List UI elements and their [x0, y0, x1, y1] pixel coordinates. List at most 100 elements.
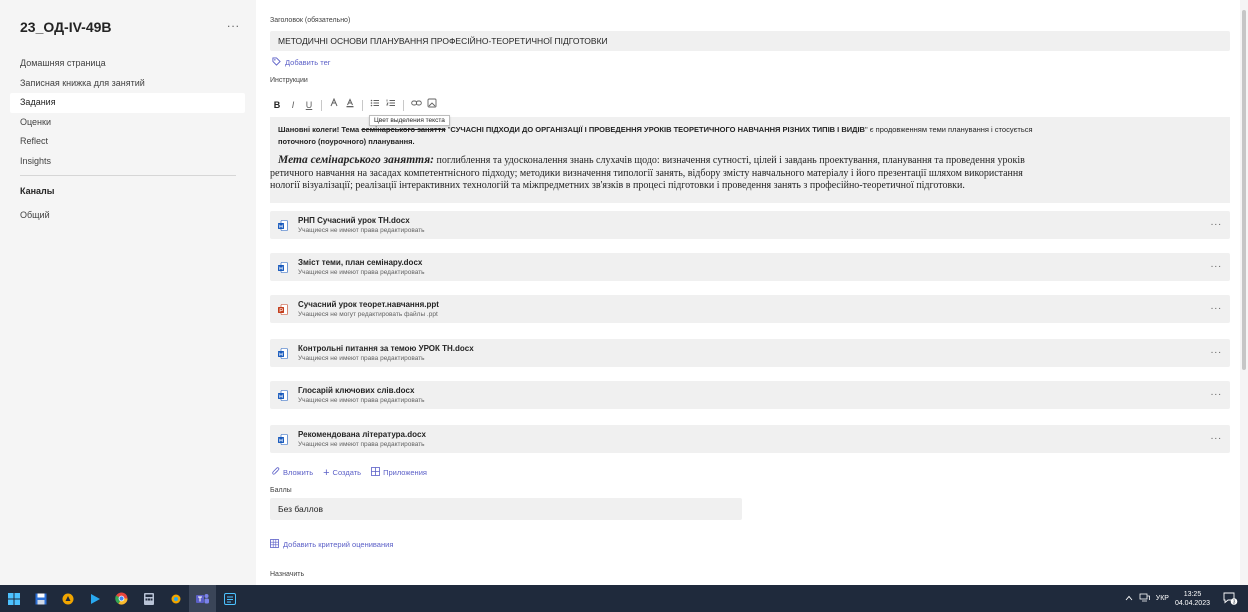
title-label: Заголовок (обязательно)	[270, 17, 351, 24]
scrollbar[interactable]	[1240, 0, 1248, 585]
rubric-grid-icon	[270, 539, 279, 550]
formatting-toolbar: B I U	[270, 96, 1230, 114]
attachment-item[interactable]: РНП Сучасний урок ТН.docx Учащиеся не им…	[270, 211, 1230, 239]
attachment-name: Контрольні питання за темою УРОК ТН.docx	[298, 344, 474, 353]
attachment-more-button[interactable]: ...	[1211, 301, 1222, 312]
goal-heading: Мета семінарського заняття:	[278, 154, 435, 166]
image-icon[interactable]	[425, 98, 439, 112]
word-file-icon	[278, 434, 288, 445]
apps-button[interactable]: Приложения	[371, 467, 427, 478]
attachment-more-button[interactable]: ...	[1211, 345, 1222, 356]
font-color-icon[interactable]	[343, 98, 357, 112]
app-orange-icon[interactable]	[54, 585, 81, 612]
title-input[interactable]: МЕТОДИЧНІ ОСНОВИ ПЛАНУВАННЯ ПРОФЕСІЙНО-Т…	[270, 31, 1230, 51]
bullet-list-icon[interactable]	[368, 98, 382, 112]
instructions-editor[interactable]: Шановні колеги! Тема семінарського занят…	[270, 117, 1230, 203]
toolbar-divider	[403, 99, 404, 111]
word-file-icon	[278, 262, 288, 273]
teams-icon[interactable]	[189, 585, 216, 612]
plus-icon: +	[323, 466, 330, 479]
add-tag-link[interactable]: Добавить тег	[272, 57, 331, 68]
chrome-icon[interactable]	[108, 585, 135, 612]
word-file-icon	[278, 220, 288, 231]
attachment-item[interactable]: Зміст теми, план семінару.docx Учащиеся …	[270, 253, 1230, 281]
attachment-name: Глосарій ключових слів.docx	[298, 386, 415, 395]
toolbar-divider	[321, 99, 322, 111]
points-input[interactable]: Без баллов	[270, 498, 742, 520]
bold-button[interactable]: B	[270, 98, 284, 112]
clock[interactable]: 13:25 04.04.2023	[1175, 590, 1210, 608]
attachment-permission: Учащиеся не имеют права редактировать	[298, 227, 425, 234]
clock-time: 13:25	[1183, 590, 1202, 598]
attachment-permission: Учащиеся не могут редактировать файлы .p…	[298, 311, 438, 318]
highlight-tooltip: Цвет выделения текста	[369, 115, 450, 126]
start-icon[interactable]	[0, 585, 27, 612]
add-rubric-link[interactable]: Добавить критерий оценивания	[270, 539, 393, 550]
p1-topic: СУЧАСНІ ПІДХОДИ ДО ОРГАНІЗАЦІЇ І ПРОВЕДЕ…	[450, 125, 865, 134]
link-icon[interactable]	[409, 98, 423, 112]
p1-strike: семінарського заняття	[361, 125, 446, 134]
p1-line2: поточного (поурочного) планування.	[278, 137, 415, 146]
toolbar-divider	[362, 99, 363, 111]
language-indicator[interactable]: УКР	[1156, 595, 1169, 602]
p1-start: Шановні колеги! Тема	[278, 125, 362, 134]
apps-label: Приложения	[383, 468, 427, 477]
attachment-more-button[interactable]: ...	[1211, 217, 1222, 228]
attachment-more-button[interactable]: ...	[1211, 259, 1222, 270]
goal-text-1: поглиблення та удосконалення знань слуха…	[434, 155, 1025, 166]
attachment-more-button[interactable]: ...	[1211, 387, 1222, 398]
clock-date: 04.04.2023	[1174, 599, 1210, 607]
attachment-permission: Учащиеся не имеют права редактировать	[298, 397, 425, 404]
chevron-up-icon[interactable]	[1125, 595, 1133, 603]
sidebar-nav: Домашняя страница Записная книжка для за…	[10, 54, 245, 171]
attachment-item[interactable]: Сучасний урок теорет.навчання.ppt Учащие…	[270, 295, 1230, 323]
goal-text-3: нології візуалізації; реалізації інтерак…	[270, 180, 965, 191]
notifications-icon[interactable]: 3	[1222, 590, 1238, 606]
media-player-icon[interactable]	[81, 585, 108, 612]
attachment-permission: Учащиеся не имеют права редактировать	[298, 269, 425, 276]
p1-end: " є продовженням теми планування і стосу…	[864, 125, 1033, 134]
sidebar-item-assignments[interactable]: Задания	[10, 93, 245, 113]
goal-text-2: ретичного навчання на засадах компетентн…	[270, 167, 1023, 179]
underline-button[interactable]: U	[302, 98, 316, 112]
numbered-list-icon[interactable]	[384, 98, 398, 112]
attachment-item[interactable]: Рекомендована література.docx Учащиеся н…	[270, 425, 1230, 453]
channel-item-general[interactable]: Общий	[20, 210, 50, 220]
italic-button[interactable]: I	[286, 98, 300, 112]
instructions-paragraph-1: Шановні колеги! Тема семінарського занят…	[278, 124, 1223, 148]
calculator-icon[interactable]	[135, 585, 162, 612]
instructions-paragraph-2: Мета семінарського заняття: поглиблення …	[270, 154, 1230, 193]
sidebar-item-insights[interactable]: Insights	[10, 152, 245, 172]
word-file-icon	[278, 390, 288, 401]
paperclip-icon	[272, 467, 280, 478]
save-floppy-icon[interactable]	[27, 585, 54, 612]
sidebar-item-class-notebook[interactable]: Записная книжка для занятий	[10, 74, 245, 94]
attachment-name: Сучасний урок теорет.навчання.ppt	[298, 300, 439, 309]
notes-app-icon[interactable]	[216, 585, 243, 612]
attachment-item[interactable]: Глосарій ключових слів.docx Учащиеся не …	[270, 381, 1230, 409]
attachment-more-button[interactable]: ...	[1211, 431, 1222, 442]
add-rubric-label: Добавить критерий оценивания	[283, 540, 394, 549]
sidebar-item-reflect[interactable]: Reflect	[10, 132, 245, 152]
network-icon[interactable]	[1139, 593, 1150, 604]
add-tag-label: Добавить тег	[285, 58, 331, 67]
attachment-name: Рекомендована література.docx	[298, 430, 426, 439]
apps-grid-icon	[371, 467, 380, 478]
powerpoint-file-icon	[278, 304, 288, 315]
settings-gear-icon[interactable]	[162, 585, 189, 612]
scrollbar-thumb[interactable]	[1242, 10, 1246, 370]
taskbar	[0, 585, 1248, 612]
attachment-item[interactable]: Контрольні питання за темою УРОК ТН.docx…	[270, 339, 1230, 367]
points-label: Баллы	[270, 487, 292, 494]
attach-button[interactable]: Вложить	[272, 467, 313, 478]
sidebar-item-home[interactable]: Домашняя страница	[10, 54, 245, 74]
create-button[interactable]: + Создать	[323, 467, 361, 478]
attachment-name: Зміст теми, план семінару.docx	[298, 258, 423, 267]
highlight-icon[interactable]	[327, 97, 341, 112]
sidebar-divider	[20, 175, 236, 176]
sidebar-item-grades[interactable]: Оценки	[10, 113, 245, 133]
create-label: Создать	[332, 468, 362, 477]
word-file-icon	[278, 348, 288, 359]
team-more-button[interactable]: ...	[227, 16, 240, 30]
sidebar: 23_ОД-IV-49В ... Домашняя страница Запис…	[0, 0, 256, 585]
